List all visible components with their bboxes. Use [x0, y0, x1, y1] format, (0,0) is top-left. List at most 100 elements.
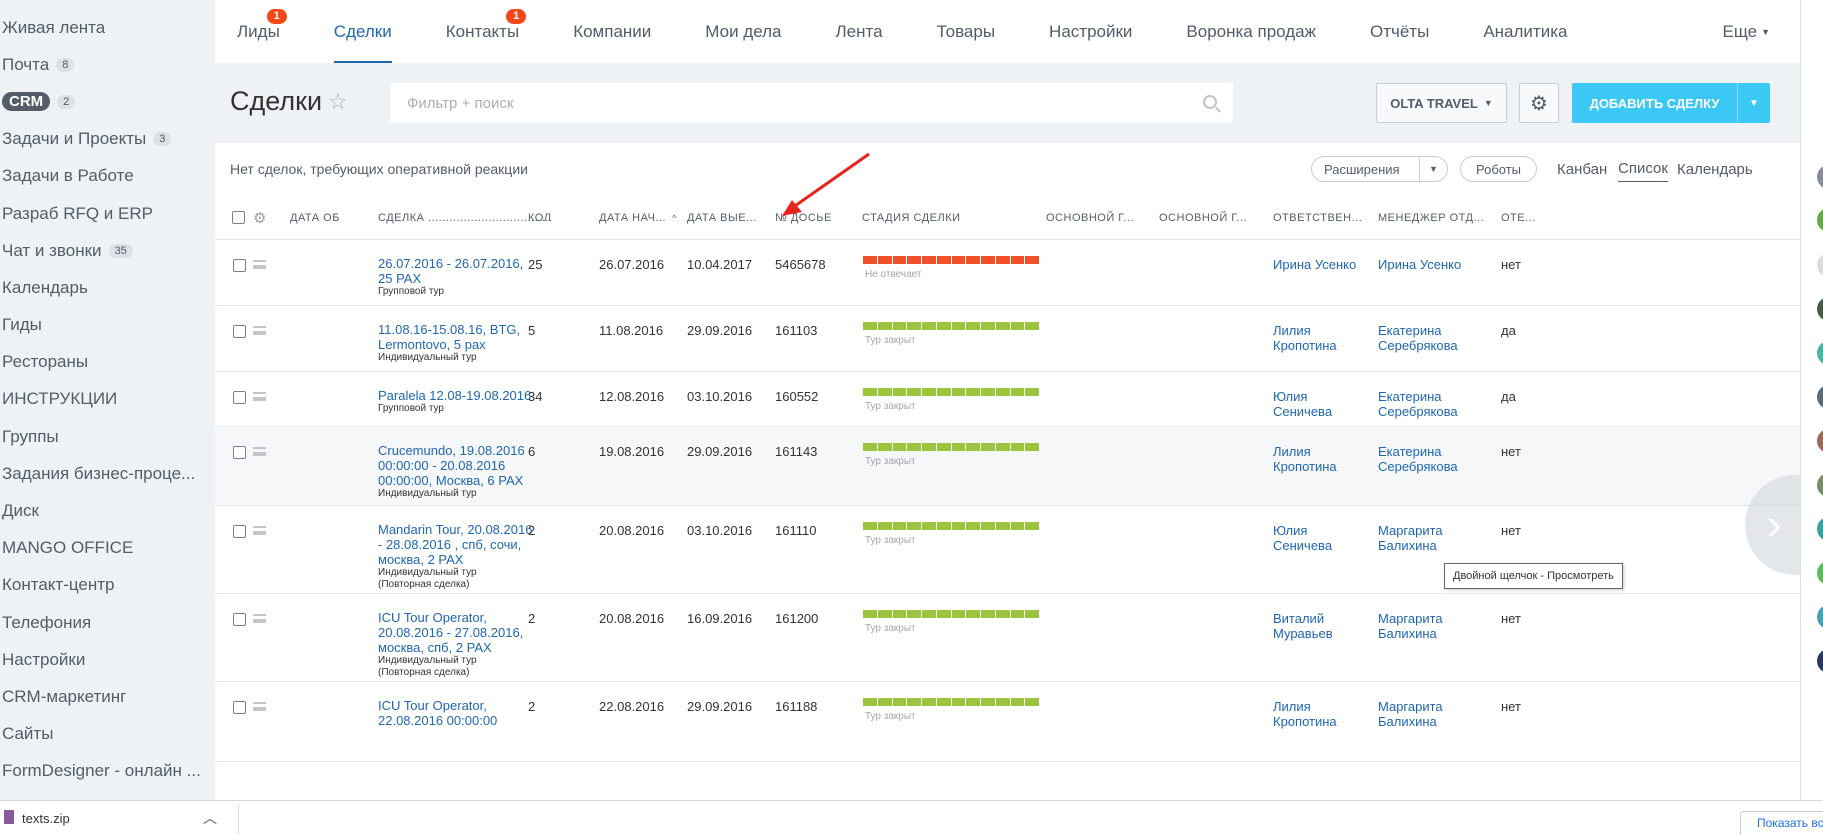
stage-segment[interactable]: [922, 698, 936, 706]
nav-more-button[interactable]: Еще ▼: [1722, 0, 1770, 63]
stage-segment[interactable]: [966, 522, 980, 530]
sidebar-item[interactable]: ИНСТРУКЦИИ: [0, 381, 215, 418]
stage-segment[interactable]: [907, 443, 921, 451]
stage-segment[interactable]: [877, 610, 892, 618]
nav-tab[interactable]: Настройки: [1022, 0, 1159, 63]
view-calendar[interactable]: Календарь: [1677, 156, 1753, 182]
stage-segment[interactable]: [1010, 256, 1025, 264]
filter-search-input[interactable]: Фильтр + поиск: [390, 83, 1233, 123]
stage-progress-bar[interactable]: [863, 256, 1039, 264]
stage-segment[interactable]: [1025, 522, 1039, 530]
stage-segment[interactable]: [907, 388, 921, 396]
table-row[interactable]: 11.08.16-15.08.16, BTG, Lermontovo, 5 pa…: [215, 306, 1800, 372]
sidebar-item[interactable]: FormDesigner - онлайн ...: [0, 753, 215, 790]
col-header-main-2[interactable]: ОСНОВНОЙ Г...: [1159, 195, 1247, 240]
avatar[interactable]: [1817, 649, 1823, 673]
avatar[interactable]: [1817, 517, 1823, 541]
sidebar-item[interactable]: Разраб RFQ и ERP: [0, 195, 215, 232]
col-header-stage[interactable]: СТАДИЯ СДЕЛКИ: [862, 195, 961, 240]
stage-segment[interactable]: [1010, 388, 1025, 396]
stage-segment[interactable]: [1010, 698, 1025, 706]
company-selector-button[interactable]: OLTA TRAVEL ▼: [1376, 83, 1507, 123]
sidebar-item[interactable]: CRM-маркетинг: [0, 678, 215, 715]
stage-segment[interactable]: [951, 443, 966, 451]
sidebar-item[interactable]: MANGO OFFICE: [0, 530, 215, 567]
nav-tab[interactable]: Лиды 1: [215, 0, 307, 63]
stage-segment[interactable]: [922, 610, 936, 618]
stage-segment[interactable]: [936, 610, 951, 618]
view-list[interactable]: Список: [1618, 156, 1668, 182]
drag-handle-icon[interactable]: [253, 392, 266, 401]
responsible-link[interactable]: Юлия Сеничева: [1273, 523, 1363, 553]
col-header-manager[interactable]: МЕНЕДЖЕР ОТД...: [1378, 195, 1484, 240]
row-checkbox[interactable]: [233, 325, 246, 338]
stage-segment[interactable]: [863, 610, 877, 618]
add-deal-dropdown[interactable]: ▼: [1737, 83, 1770, 123]
stage-segment[interactable]: [863, 256, 877, 264]
stage-segment[interactable]: [981, 322, 995, 330]
stage-segment[interactable]: [1025, 322, 1039, 330]
col-header-main-1[interactable]: ОСНОВНОЙ Г...: [1046, 195, 1134, 240]
stage-segment[interactable]: [1010, 322, 1025, 330]
stage-segment[interactable]: [966, 443, 980, 451]
responsible-link[interactable]: Лилия Кропотина: [1273, 699, 1363, 729]
table-row[interactable]: Crucemundo, 19.08.2016 00:00:00 - 20.08.…: [215, 427, 1800, 506]
avatar[interactable]: [1817, 165, 1823, 189]
sidebar-item[interactable]: Настройки: [0, 641, 215, 678]
stage-segment[interactable]: [981, 610, 995, 618]
sidebar-item[interactable]: Гиды: [0, 307, 215, 344]
stage-segment[interactable]: [981, 443, 995, 451]
stage-segment[interactable]: [1010, 522, 1025, 530]
settings-button[interactable]: ⚙: [1519, 83, 1559, 123]
deal-link[interactable]: ICU Tour Operator, 22.08.2016 00:00:00: [378, 698, 533, 728]
gear-icon[interactable]: ⚙: [253, 195, 267, 240]
avatar[interactable]: [1817, 385, 1823, 409]
stage-segment[interactable]: [907, 322, 921, 330]
stage-segment[interactable]: [981, 698, 995, 706]
stage-segment[interactable]: [936, 522, 951, 530]
stage-progress-bar[interactable]: [863, 698, 1039, 706]
table-row[interactable]: Paralela 12.08-19.08.2016 Групповой тур 34…: [215, 372, 1800, 427]
stage-progress-bar[interactable]: [863, 322, 1039, 330]
row-checkbox[interactable]: [233, 613, 246, 626]
manager-link[interactable]: Екатерина Серебрякова: [1378, 444, 1473, 474]
stage-segment[interactable]: [892, 698, 907, 706]
stage-segment[interactable]: [1025, 698, 1039, 706]
stage-segment[interactable]: [907, 610, 921, 618]
manager-link[interactable]: Маргарита Балихина: [1378, 523, 1473, 553]
sidebar-item[interactable]: Чат и звонки 35: [0, 232, 215, 269]
stage-segment[interactable]: [877, 256, 892, 264]
stage-segment[interactable]: [877, 522, 892, 530]
stage-segment[interactable]: [951, 256, 966, 264]
stage-segment[interactable]: [951, 522, 966, 530]
sidebar-item[interactable]: Почта 8: [0, 46, 215, 83]
responsible-link[interactable]: Ирина Усенко: [1273, 257, 1363, 272]
sidebar-item[interactable]: Контакт-центр: [0, 567, 215, 604]
view-kanban[interactable]: Канбан: [1557, 156, 1607, 182]
select-all-checkbox[interactable]: [232, 195, 245, 240]
stage-segment[interactable]: [951, 610, 966, 618]
col-header-end-date[interactable]: ДАТА ВЫЕ...: [687, 195, 757, 240]
stage-segment[interactable]: [951, 698, 966, 706]
sidebar-item[interactable]: Задачи в Работе: [0, 158, 215, 195]
sidebar-item[interactable]: Рестораны: [0, 344, 215, 381]
deal-link[interactable]: 26.07.2016 - 26.07.2016, 25 PAX: [378, 256, 533, 286]
col-header-qty[interactable]: КОЛ: [528, 195, 551, 240]
stage-segment[interactable]: [995, 698, 1010, 706]
nav-tab[interactable]: Мои дела: [678, 0, 808, 63]
stage-segment[interactable]: [863, 522, 877, 530]
row-checkbox[interactable]: [233, 701, 246, 714]
deal-link[interactable]: Mandarin Tour, 20.08.2016 - 28.08.2016 ,…: [378, 522, 533, 567]
sidebar-item[interactable]: Телефония: [0, 604, 215, 641]
stage-segment[interactable]: [936, 322, 951, 330]
table-row[interactable]: ICU Tour Operator, 20.08.2016 - 27.08.20…: [215, 594, 1800, 682]
nav-tab[interactable]: Сделки: [307, 0, 419, 63]
avatar[interactable]: [1817, 253, 1823, 277]
responsible-link[interactable]: Виталий Муравьев: [1273, 611, 1363, 641]
stage-segment[interactable]: [995, 610, 1010, 618]
stage-segment[interactable]: [892, 610, 907, 618]
nav-tab[interactable]: Компании: [546, 0, 678, 63]
stage-segment[interactable]: [966, 698, 980, 706]
stage-segment[interactable]: [995, 443, 1010, 451]
stage-segment[interactable]: [922, 522, 936, 530]
